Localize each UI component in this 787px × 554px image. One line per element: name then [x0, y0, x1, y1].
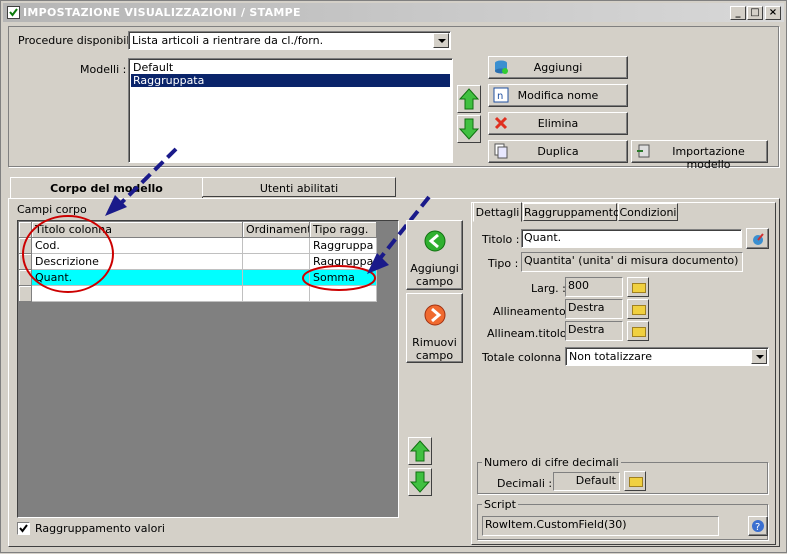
decimals-group-label: Numero di cifre decimali — [482, 456, 621, 469]
svg-text:?: ? — [755, 522, 760, 533]
total-label: Totale colonna : — [482, 351, 569, 364]
annotation-ellipse-sum — [302, 265, 376, 291]
tab-details[interactable]: Dettagli — [473, 202, 522, 222]
align-label: Allineamento : — [493, 305, 573, 318]
tab-grouping[interactable]: Raggruppamento — [523, 203, 620, 221]
folder-icon[interactable] — [627, 277, 649, 297]
tab-conditions-label: Condizioni — [619, 206, 677, 219]
width-label: Larg. : — [531, 282, 566, 295]
arrow-up-icon — [409, 440, 431, 462]
tab-grouping-label: Raggruppamento — [524, 206, 620, 219]
decimals-field[interactable]: Default — [553, 472, 620, 491]
add-field-button[interactable]: Aggiungi campo — [406, 220, 463, 290]
title-input[interactable]: Quant. — [521, 229, 742, 248]
help-icon: ? — [752, 520, 764, 533]
move-field-up-button[interactable] — [408, 437, 432, 465]
globe-icon — [753, 233, 764, 245]
title-options-button[interactable] — [746, 228, 769, 249]
help-button[interactable]: ? — [748, 516, 768, 536]
annotation-arrowhead-1 — [105, 195, 127, 216]
chevron-down-icon[interactable] — [751, 349, 767, 364]
arrow-right-red-icon — [424, 304, 446, 326]
annotation-ellipse-title — [22, 215, 114, 293]
script-field[interactable]: RowItem.CustomField(30) — [482, 516, 719, 536]
total-value: Non totalizzare — [569, 350, 652, 363]
tab-conditions[interactable]: Condizioni — [618, 203, 678, 221]
add-field-label: Aggiungi campo — [410, 262, 459, 288]
title-align-field[interactable]: Destra — [565, 321, 623, 341]
annotation-arrowhead-2 — [367, 253, 389, 274]
remove-field-label: Rimuovi campo — [412, 336, 457, 362]
type-field: Quantita' (unita' di misura documento) — [521, 252, 743, 272]
folder-icon[interactable] — [627, 321, 649, 341]
main-window: IMPOSTAZIONE VISUALIZZAZIONI / STAMPE _ … — [0, 0, 787, 553]
annotation-arrow-1 — [111, 147, 178, 213]
checkmark-icon — [19, 524, 28, 533]
folder-icon[interactable] — [624, 471, 646, 491]
align-field[interactable]: Destra — [565, 299, 623, 319]
arrow-down-icon — [409, 471, 431, 493]
move-field-down-button[interactable] — [408, 468, 432, 496]
title-align-label: Allineam.titolo : — [487, 327, 574, 340]
width-field[interactable]: 800 — [565, 277, 623, 297]
title-label: Titolo : — [482, 233, 520, 246]
total-select[interactable]: Non totalizzare — [565, 347, 769, 366]
remove-field-button[interactable]: Rimuovi campo — [406, 293, 463, 363]
arrow-left-green-icon — [424, 230, 446, 252]
group-values-label: Raggruppamento valori — [35, 522, 165, 535]
script-group-label: Script — [482, 498, 518, 511]
type-label: Tipo : — [488, 257, 519, 270]
tab-details-label: Dettagli — [475, 206, 520, 219]
decimals-label: Decimali : — [497, 477, 553, 490]
folder-icon[interactable] — [627, 299, 649, 319]
group-values-checkbox[interactable] — [17, 522, 30, 535]
